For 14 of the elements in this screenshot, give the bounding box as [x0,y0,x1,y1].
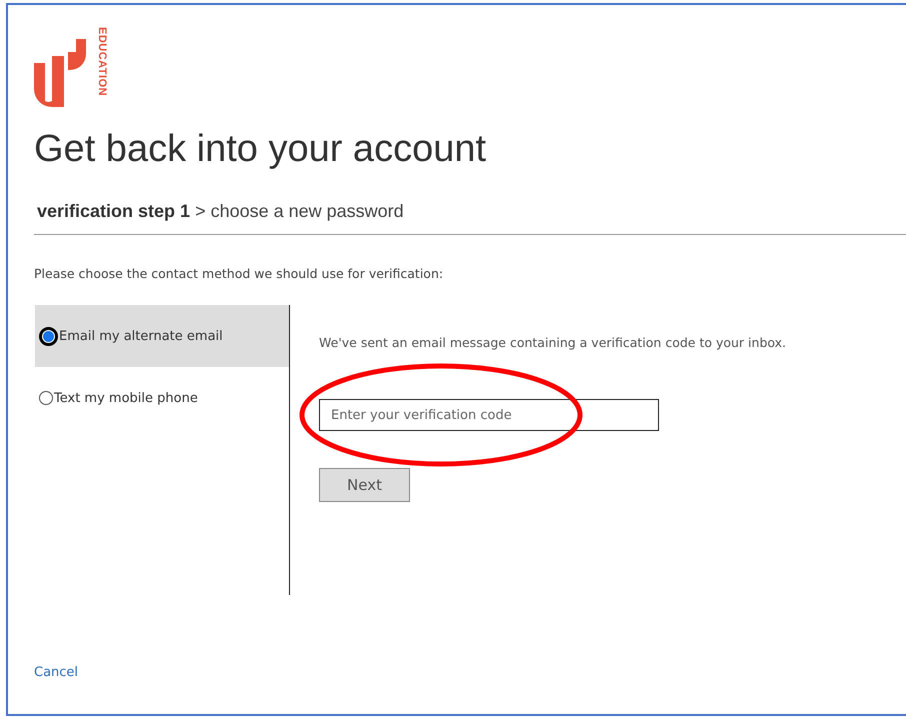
option-label: Text my mobile phone [54,390,198,406]
page-title: Get back into your account [34,127,488,171]
instruction-text: Please choose the contact method we should use for verification: [34,266,444,281]
radio-button[interactable] [39,326,58,346]
option-label: Email my alternate email [59,328,223,344]
message-text: We've sent an email message containing a verification code to your inbox. [319,335,786,350]
radio-button[interactable] [39,391,53,405]
contact-option[interactable]: Email my alternate email [35,305,289,367]
cancel-link[interactable]: Cancel [34,665,78,680]
logo-text: EDUCATION [96,27,108,96]
contact-option[interactable]: Text my mobile phone [35,367,289,429]
step-indicator: verification step 1 > choose a new password [37,201,405,222]
next-button[interactable]: Next [319,468,410,502]
code-input-field[interactable]: Enter your verification code [319,399,659,431]
